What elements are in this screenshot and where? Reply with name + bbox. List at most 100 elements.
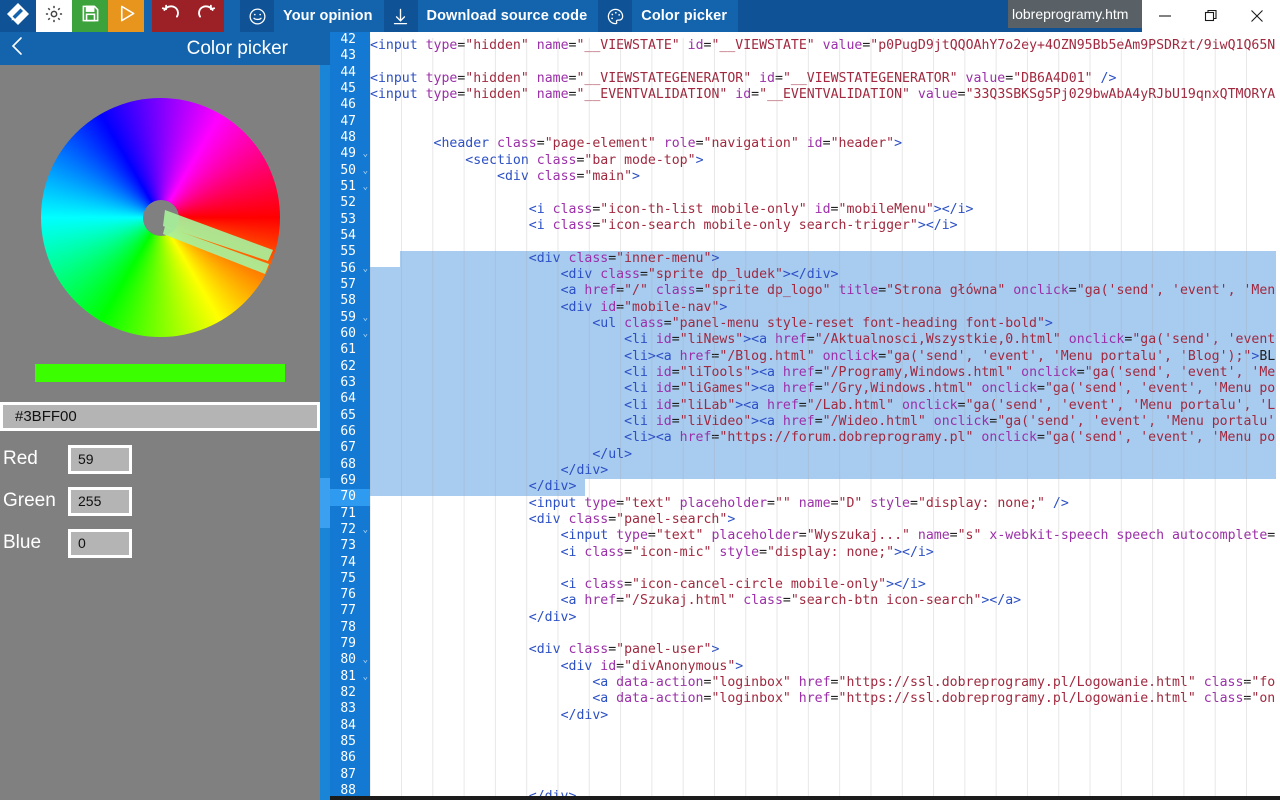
play-icon <box>117 4 136 28</box>
chevron-down-icon[interactable]: ⌄ <box>363 652 368 668</box>
redo-button[interactable] <box>188 0 224 32</box>
code-token: = <box>814 364 823 380</box>
code-line[interactable]: <div class="panel-user"> <box>370 642 1280 658</box>
code-line[interactable]: <input type="text" placeholder="Wyszukaj… <box>370 528 1280 544</box>
panel-scrollbar[interactable] <box>320 65 330 800</box>
chevron-down-icon[interactable]: ⌄ <box>363 669 368 685</box>
code-line[interactable]: </div> <box>370 479 1280 496</box>
code-line[interactable] <box>370 185 1280 201</box>
chevron-down-icon[interactable]: ⌄ <box>363 522 368 538</box>
code-line[interactable]: <div class="main"> <box>370 169 1280 185</box>
panel-scrollbar-thumb[interactable] <box>320 478 330 528</box>
code-line[interactable]: <i class="icon-th-list mobile-only" id="… <box>370 202 1280 218</box>
code-line[interactable] <box>370 740 1280 756</box>
line-number: 43 <box>340 48 356 64</box>
code-line[interactable] <box>370 724 1280 740</box>
code-line[interactable] <box>370 773 1280 789</box>
code-line[interactable]: <input type="hidden" name="__VIEWSTATEGE… <box>370 71 1280 87</box>
code-line[interactable] <box>370 120 1280 136</box>
code-line[interactable] <box>370 104 1280 120</box>
code-token: "panel-user" <box>616 642 712 658</box>
code-line[interactable]: <header class="page-element" role="navig… <box>370 136 1280 152</box>
code-line[interactable]: <li id="liTools"><a href="/Programy,Wind… <box>370 364 1280 382</box>
code-token: = <box>909 495 918 511</box>
code-line[interactable]: <li id="liLab"><a href="/Lab.html" oncli… <box>370 397 1280 414</box>
code-line[interactable]: <section class="bar mode-top"> <box>370 153 1280 169</box>
line-number: 82 <box>340 685 356 701</box>
code-line[interactable]: <div class="panel-search"> <box>370 512 1280 528</box>
code-token: <li><a <box>624 430 672 446</box>
code-token: id <box>727 87 752 103</box>
code-line[interactable] <box>370 234 1280 250</box>
chevron-down-icon[interactable]: ⌄ <box>363 326 368 342</box>
app-logo-button[interactable] <box>0 0 36 32</box>
code-editor[interactable]: 42 43 44 45 46 47 48 49 ⌄ 50 ⌄ 51 ⌄ 52 53 54 55 56 ⌄ 57 58 59… <box>330 32 1280 800</box>
code-line[interactable]: <input type="hidden" name="__EVENTVALIDA… <box>370 87 1280 103</box>
chevron-down-icon[interactable]: ⌄ <box>363 310 368 326</box>
chevron-down-icon[interactable]: ⌄ <box>363 146 368 162</box>
download-source-code-button[interactable]: Download source code <box>383 0 599 32</box>
code-line[interactable]: <a data-action="loginbox" href="https://… <box>370 675 1280 691</box>
code-line[interactable]: <i class="icon-cancel-circle mobile-only… <box>370 577 1280 593</box>
minimize-icon <box>1158 9 1172 23</box>
code-line[interactable] <box>370 561 1280 577</box>
code-line[interactable]: <div id="divAnonymous"> <box>370 659 1280 675</box>
code-line[interactable]: <div id="mobile-nav"> <box>370 299 1280 316</box>
code-line[interactable]: </div> <box>370 462 1280 480</box>
save-button[interactable] <box>72 0 108 32</box>
blue-channel-input[interactable]: 0 <box>68 528 132 558</box>
code-line[interactable]: </ul> <box>370 446 1280 463</box>
floppy-save-icon <box>81 4 100 28</box>
code-token: ></i> <box>933 201 974 217</box>
code-token: value <box>814 38 863 54</box>
hex-color-input[interactable]: #3BFF00 <box>0 402 320 431</box>
code-line[interactable]: <div class="inner-menu"> <box>370 250 1280 267</box>
chevron-down-icon[interactable]: ⌄ <box>363 261 368 277</box>
code-line[interactable]: <li id="liGames"><a href="/Gry,Windows.h… <box>370 381 1280 398</box>
line-number: 78 <box>340 619 356 635</box>
code-token: "/" <box>624 283 648 299</box>
green-channel-input[interactable]: 255 <box>68 486 132 516</box>
code-line[interactable] <box>370 757 1280 773</box>
code-token: <ul <box>592 315 617 331</box>
maximize-button[interactable] <box>1188 0 1234 32</box>
back-button[interactable] <box>0 32 34 65</box>
run-button[interactable] <box>108 0 144 32</box>
code-line[interactable]: <a data-action="loginbox" href="https://… <box>370 691 1280 707</box>
your-opinion-button[interactable]: Your opinion <box>240 0 384 32</box>
code-line[interactable]: <li><a href="/Blog.html" onclick="ga('se… <box>370 348 1280 365</box>
code-token: name <box>790 495 831 511</box>
code-line[interactable]: </div> <box>370 708 1280 724</box>
minimize-button[interactable] <box>1142 0 1188 32</box>
code-line[interactable] <box>370 626 1280 642</box>
code-line[interactable]: </div> <box>370 610 1280 626</box>
code-line[interactable] <box>370 55 1280 71</box>
code-line[interactable]: <i class="icon-search mobile-only search… <box>370 218 1280 234</box>
color-picker-button[interactable]: Color picker <box>598 0 739 32</box>
code-line[interactable]: <i class="icon-mic" style="display: none… <box>370 545 1280 561</box>
code-line[interactable]: <li><a href = "https://forum.dobreprogramy… <box>370 430 1280 447</box>
undo-button[interactable] <box>152 0 188 32</box>
code-line[interactable]: <div class="sprite dp_ludek"></div> <box>370 266 1280 284</box>
line-number: 57 <box>340 276 356 292</box>
code-line[interactable]: <a href="/Szukaj.html" class="search-btn… <box>370 593 1280 609</box>
color-wheel[interactable] <box>41 98 280 337</box>
chevron-down-icon[interactable]: ⌄ <box>363 163 368 179</box>
code-token: class <box>544 201 593 217</box>
code-text-area[interactable]: <form method="post" action="/" id="form1… <box>370 32 1280 800</box>
code-line[interactable]: <input type="hidden" name="__VIEWSTATE" … <box>370 38 1280 54</box>
line-number: 86 <box>340 750 356 766</box>
code-line[interactable]: <li id="liVideo"><a href="/Wideo.html" o… <box>370 413 1280 431</box>
chevron-down-icon[interactable]: ⌄ <box>363 179 368 195</box>
code-line[interactable]: <ul class="panel-menu style-reset font-h… <box>370 315 1280 333</box>
code-token: class <box>560 250 609 266</box>
line-number-gutter: 42 43 44 45 46 47 48 49 ⌄ 50 ⌄ 51 ⌄ 52 53 54 55 56 ⌄ 57 58 59… <box>330 32 370 800</box>
code-line[interactable]: <input type="text" placeholder="" name="… <box>370 496 1280 512</box>
close-button[interactable] <box>1234 0 1280 32</box>
red-channel-input[interactable]: 59 <box>68 444 132 474</box>
settings-button[interactable] <box>36 0 72 32</box>
code-line[interactable]: <a href="/" class="sprite dp_logo" title… <box>370 283 1280 300</box>
code-token: = <box>695 283 704 299</box>
code-token: "__VIEWSTATEGENERATOR" <box>576 70 752 86</box>
code-line[interactable]: <li id="liNews"><a href="/Aktualnosci,Ws… <box>370 332 1280 349</box>
